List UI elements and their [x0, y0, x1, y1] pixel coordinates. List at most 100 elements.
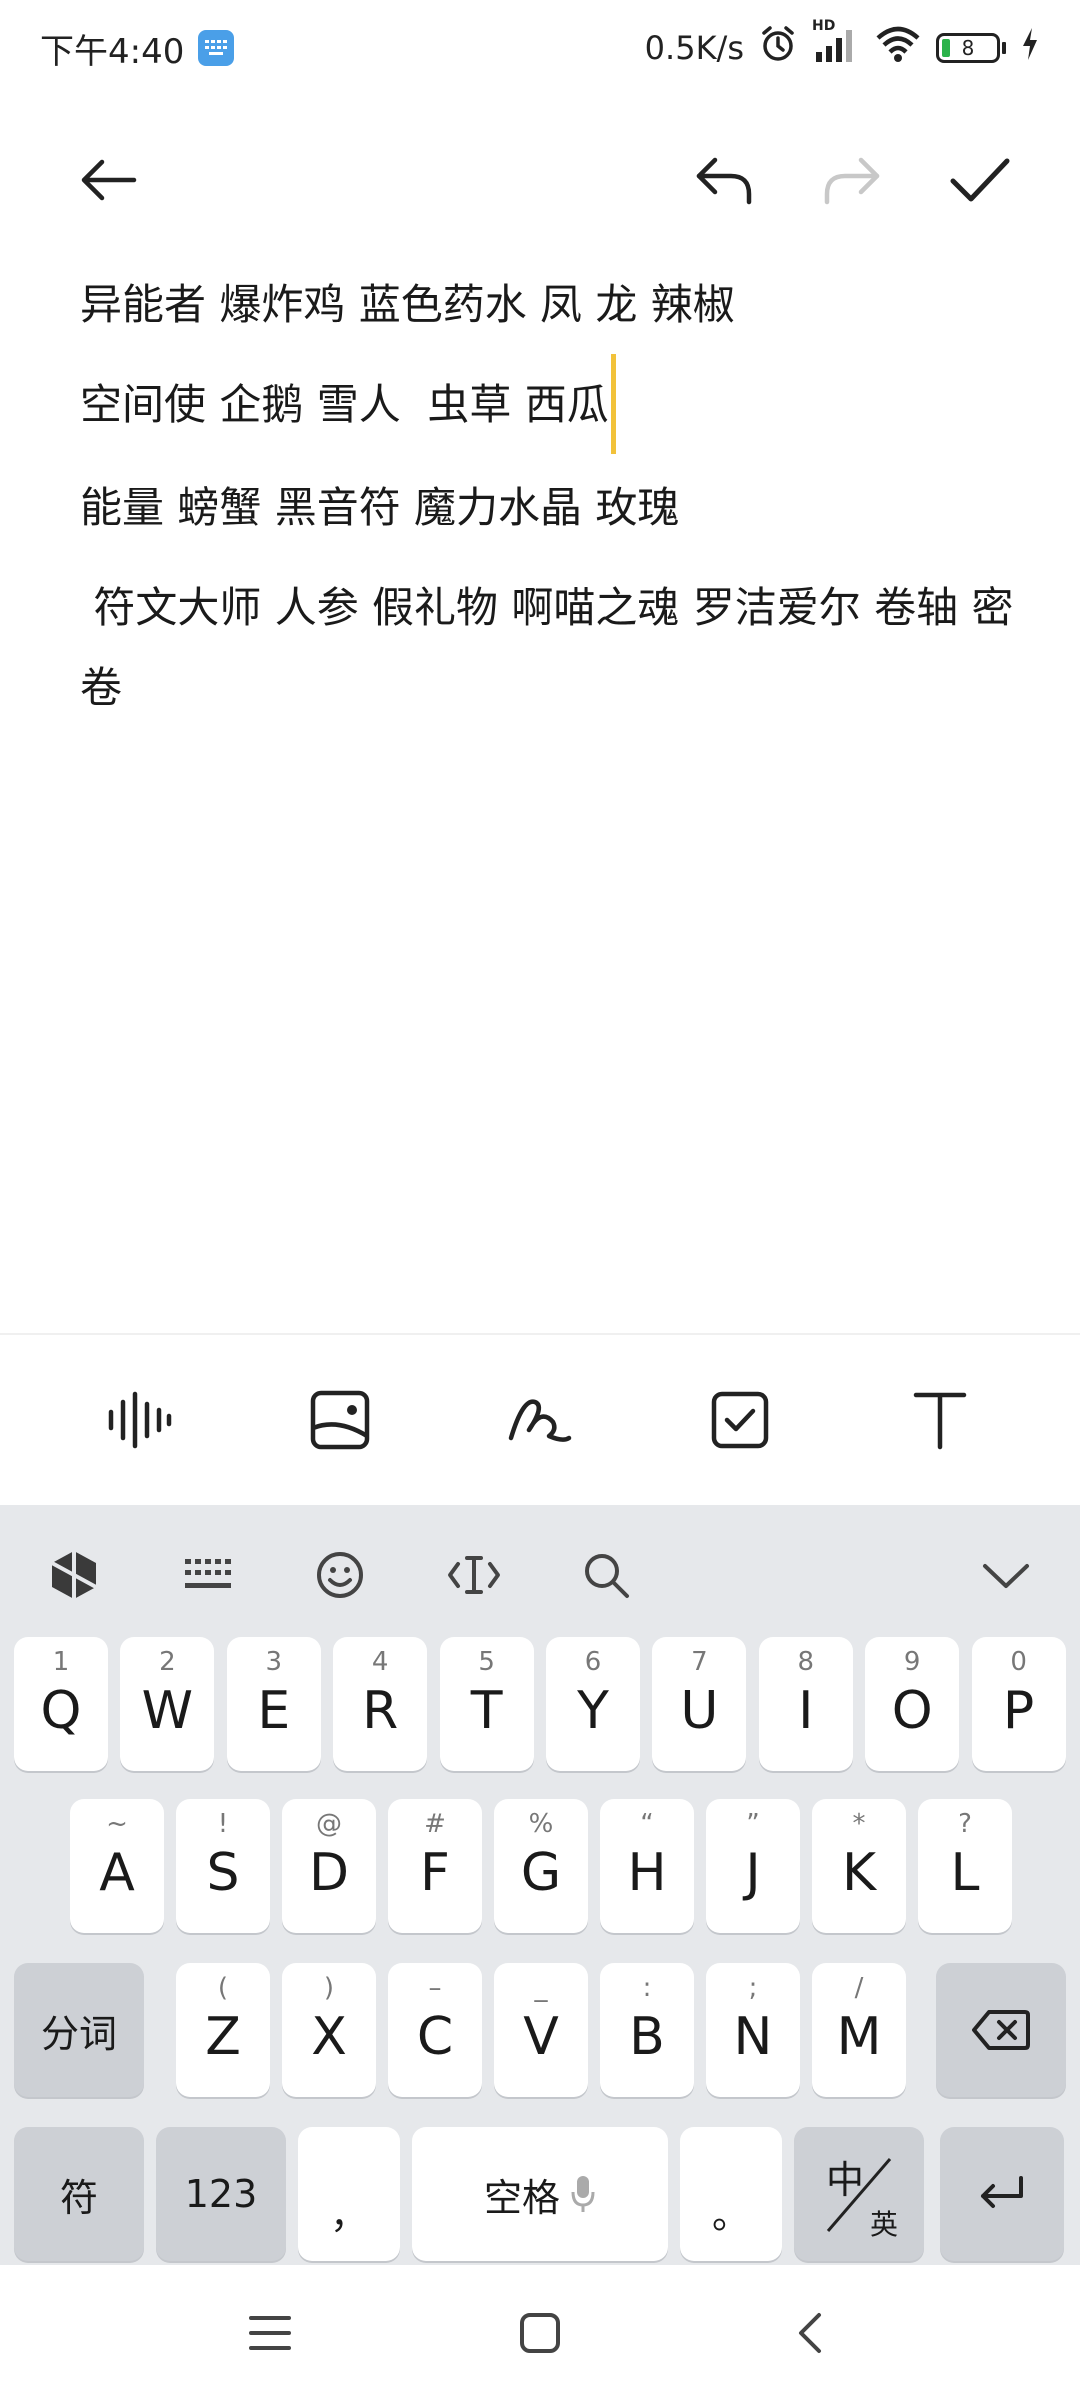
key-hint: 6 — [584, 1647, 602, 1677]
key-s[interactable]: ! S — [176, 1799, 270, 1933]
enter-key[interactable] — [940, 2127, 1064, 2261]
key-g[interactable]: % G — [494, 1799, 588, 1933]
ime-logo-icon — [51, 1551, 97, 1599]
home-square-icon — [520, 2312, 560, 2353]
microphone-icon — [571, 2176, 595, 2212]
alarm-icon — [758, 24, 798, 72]
key-label: Z — [205, 2007, 241, 2067]
key-e[interactable]: 3E — [226, 1637, 321, 1771]
key-hint: ” — [746, 1809, 760, 1839]
key-hint: / — [854, 1973, 864, 2003]
space-key[interactable]: 空格 — [412, 2127, 668, 2261]
key-label: O — [891, 1681, 933, 1741]
comma-key[interactable]: ， — [298, 2127, 400, 2261]
network-speed: 0.5K/s — [644, 29, 744, 67]
symbols-key[interactable]: 符 — [14, 2127, 144, 2261]
key-n[interactable]: ; N — [706, 1963, 800, 2097]
key-label: V — [523, 2007, 559, 2067]
key-label: K — [841, 1843, 877, 1903]
key-q[interactable]: 1Q — [14, 1637, 108, 1771]
key-hint: 1 — [52, 1647, 70, 1677]
key-label: D — [308, 1843, 350, 1903]
voice-note-button[interactable] — [95, 1375, 185, 1465]
key-label: N — [733, 2007, 773, 2067]
key-d[interactable]: @ D — [282, 1799, 376, 1933]
keyboard-toolbar — [0, 1505, 1080, 1635]
back-button[interactable] — [68, 140, 148, 220]
key-hint: ( — [217, 1973, 229, 2003]
numbers-key[interactable]: 123 — [156, 2127, 286, 2261]
key-v[interactable]: _ V — [494, 1963, 588, 2097]
done-button[interactable] — [940, 140, 1020, 220]
key-a[interactable]: ~ A — [70, 1799, 164, 1933]
note-line: 异能者 爆炸鸡 蓝色药水 凤 龙 辣椒 — [80, 280, 735, 329]
key-p[interactable]: 0P — [971, 1637, 1066, 1771]
key-x[interactable]: ) X — [282, 1963, 376, 2097]
recents-button[interactable] — [235, 2298, 305, 2368]
key-label: A — [99, 1843, 135, 1903]
key-hint: 4 — [371, 1647, 389, 1677]
keyboard-notification-icon — [198, 30, 235, 66]
audio-wave-icon — [108, 1391, 172, 1449]
key-c[interactable]: – C — [388, 1963, 482, 2097]
language-switch-key[interactable]: 中 英 — [794, 2127, 924, 2261]
note-line: 能量 螃蟹 黑音符 魔力水晶 玫瑰 — [80, 482, 680, 532]
key-r[interactable]: 4R — [333, 1637, 428, 1771]
key-hint: 2 — [159, 1647, 176, 1677]
key-label: U — [680, 1681, 719, 1741]
key-u[interactable]: 7U — [652, 1637, 747, 1771]
hide-keyboard-button[interactable] — [966, 1535, 1046, 1615]
key-label: G — [520, 1843, 562, 1903]
backspace-key[interactable] — [936, 1963, 1066, 2097]
charging-icon — [1020, 26, 1040, 70]
text-format-icon — [913, 1392, 967, 1450]
space-label: 空格 — [483, 2175, 560, 2220]
key-label: C — [416, 2007, 454, 2067]
chevron-left-icon — [799, 2312, 821, 2353]
ime-logo-button[interactable] — [34, 1535, 114, 1615]
home-button[interactable] — [505, 2298, 575, 2368]
key-o[interactable]: 9O — [865, 1637, 960, 1771]
key-m[interactable]: / M — [812, 1963, 906, 2097]
key-t[interactable]: 5T — [439, 1637, 534, 1771]
handwriting-button[interactable] — [495, 1375, 585, 1465]
checklist-button[interactable] — [695, 1375, 785, 1465]
handwriting-icon — [508, 1399, 572, 1442]
key-hint: @ — [316, 1809, 342, 1839]
redo-button[interactable] — [812, 140, 892, 220]
key-label: T — [470, 1681, 503, 1741]
period-key[interactable]: 。 — [680, 2127, 782, 2261]
text-format-button[interactable] — [895, 1375, 985, 1465]
key-f[interactable]: # F — [388, 1799, 482, 1933]
segment-key[interactable]: 分词 — [14, 1963, 144, 2097]
insert-image-button[interactable] — [295, 1375, 385, 1465]
key-i[interactable]: 8I — [758, 1637, 853, 1771]
key-h[interactable]: “H — [600, 1799, 694, 1933]
key-label: P — [1002, 1681, 1035, 1741]
key-label: R — [362, 1681, 399, 1741]
key-hint: ! — [217, 1809, 229, 1839]
backspace-icon — [972, 2010, 1030, 2050]
system-nav-bar — [0, 2265, 1080, 2400]
key-l[interactable]: ? L — [918, 1799, 1012, 1933]
keyboard-search-button[interactable] — [566, 1535, 646, 1615]
key-hint: * — [852, 1809, 866, 1839]
redo-icon — [824, 157, 880, 205]
wifi-icon — [874, 24, 922, 72]
key-hint: ) — [323, 1973, 335, 2003]
key-j[interactable]: ” J — [706, 1799, 800, 1933]
key-w[interactable]: 2W — [120, 1637, 215, 1771]
key-k[interactable]: * K — [812, 1799, 906, 1933]
note-editor[interactable]: 异能者 爆炸鸡 蓝色药水 凤 龙 辣椒 空间使 企鹅 雪人 虫草 西瓜 能量 螃… — [80, 255, 1020, 728]
cursor-move-button[interactable] — [434, 1535, 514, 1615]
nav-back-button[interactable] — [775, 2298, 845, 2368]
key-z[interactable]: (Z — [176, 1963, 270, 2097]
undo-button[interactable] — [684, 140, 764, 220]
key-y[interactable]: 6Y — [546, 1637, 640, 1771]
note-line: 符文大师 人参 假礼物 啊喵之魂 罗洁爱尔 卷轴 密卷 — [80, 582, 1014, 712]
key-b[interactable]: :B — [600, 1963, 694, 2097]
signal-icon: HD — [812, 18, 860, 72]
keyboard-layout-button[interactable] — [168, 1535, 248, 1615]
emoji-button[interactable] — [300, 1535, 380, 1615]
battery-icon: 8 — [936, 33, 1006, 63]
